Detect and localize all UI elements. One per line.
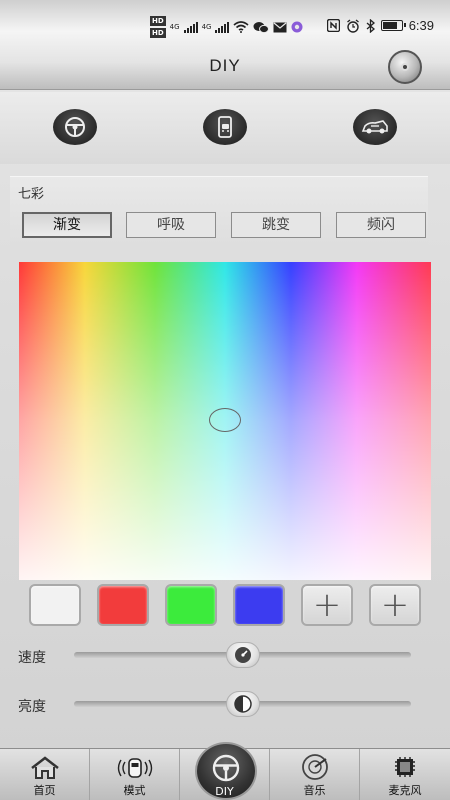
brightness-icon bbox=[233, 695, 252, 713]
app-header: HD HD 4G 4G 6:39 DIY bbox=[0, 0, 450, 90]
nav-microphone-label: 麦克风 bbox=[388, 784, 422, 797]
steering-wheel-icon bbox=[65, 117, 85, 137]
network-type-1: 4G bbox=[169, 23, 180, 31]
mode-icon-row bbox=[0, 92, 450, 164]
wechat-icon bbox=[253, 21, 270, 33]
swatch-color-2[interactable] bbox=[97, 584, 149, 626]
app-notification-icon bbox=[291, 21, 303, 33]
signal-icon bbox=[215, 21, 230, 33]
nav-mode[interactable]: 模式 bbox=[90, 749, 180, 800]
nav-home[interactable]: 首页 bbox=[0, 749, 90, 800]
network-type-2: 4G bbox=[201, 23, 212, 31]
tab-jump[interactable]: 跳变 bbox=[231, 212, 321, 238]
color-picker-cursor[interactable] bbox=[209, 408, 241, 432]
panel-label: 七彩 bbox=[18, 187, 45, 202]
color-mode-panel: 七彩 渐变 呼吸 跳变 频闪 bbox=[10, 176, 428, 246]
microphone-icon bbox=[395, 757, 415, 777]
alarm-icon bbox=[346, 18, 359, 33]
color-picker[interactable] bbox=[19, 262, 431, 580]
tab-breathing[interactable]: 呼吸 bbox=[126, 212, 216, 238]
tab-gradient[interactable]: 渐变 bbox=[22, 212, 112, 238]
speed-label: 速度 bbox=[18, 650, 46, 666]
nfc-icon bbox=[326, 19, 340, 32]
signal-icon bbox=[183, 21, 198, 33]
swatch-color-1[interactable] bbox=[29, 584, 81, 626]
brightness-slider-thumb[interactable] bbox=[225, 691, 260, 717]
wifi-icon bbox=[233, 21, 249, 33]
speed-slider-thumb[interactable] bbox=[225, 642, 260, 668]
swatch-color-3[interactable] bbox=[165, 584, 217, 626]
disc-menu-button[interactable] bbox=[388, 50, 422, 84]
car-sport-button[interactable] bbox=[353, 109, 397, 145]
add-swatch-button[interactable]: + bbox=[369, 584, 421, 626]
steering-wheel-button[interactable] bbox=[53, 109, 97, 145]
nav-mode-label: 模式 bbox=[123, 784, 146, 797]
brightness-label: 亮度 bbox=[18, 699, 46, 715]
mail-icon bbox=[273, 22, 287, 32]
music-disc-icon bbox=[301, 754, 328, 780]
bluetooth-icon bbox=[366, 18, 375, 33]
add-swatch-button[interactable]: + bbox=[301, 584, 353, 626]
phone-car-icon bbox=[218, 116, 232, 138]
home-icon bbox=[30, 756, 59, 779]
disc-icon bbox=[401, 63, 409, 71]
status-right: 6:39 bbox=[326, 18, 434, 33]
nav-diy-label: DIY bbox=[215, 785, 234, 798]
swatch-color-4[interactable] bbox=[233, 584, 285, 626]
nav-music-label: 音乐 bbox=[303, 784, 326, 797]
nav-microphone[interactable]: 麦克风 bbox=[360, 749, 450, 800]
sim-badges: HD HD bbox=[150, 16, 166, 38]
nav-home-label: 首页 bbox=[33, 784, 56, 797]
nav-music[interactable]: 音乐 bbox=[270, 749, 360, 800]
hd-badge-2: HD bbox=[150, 28, 166, 38]
status-time: 6:39 bbox=[408, 18, 434, 33]
car-mode-icon bbox=[117, 758, 152, 778]
speedometer-icon bbox=[234, 647, 251, 663]
steering-wheel-icon bbox=[212, 754, 240, 782]
status-left: HD HD 4G 4G bbox=[150, 16, 303, 38]
tab-strobe[interactable]: 频闪 bbox=[336, 212, 426, 238]
phone-car-button[interactable] bbox=[203, 109, 247, 145]
status-bar: HD HD 4G 4G 6:39 bbox=[0, 0, 450, 52]
page-title: DIY bbox=[209, 56, 241, 75]
battery-icon bbox=[380, 20, 406, 31]
hd-badge-1: HD bbox=[150, 16, 166, 26]
car-sport-icon bbox=[361, 120, 388, 134]
